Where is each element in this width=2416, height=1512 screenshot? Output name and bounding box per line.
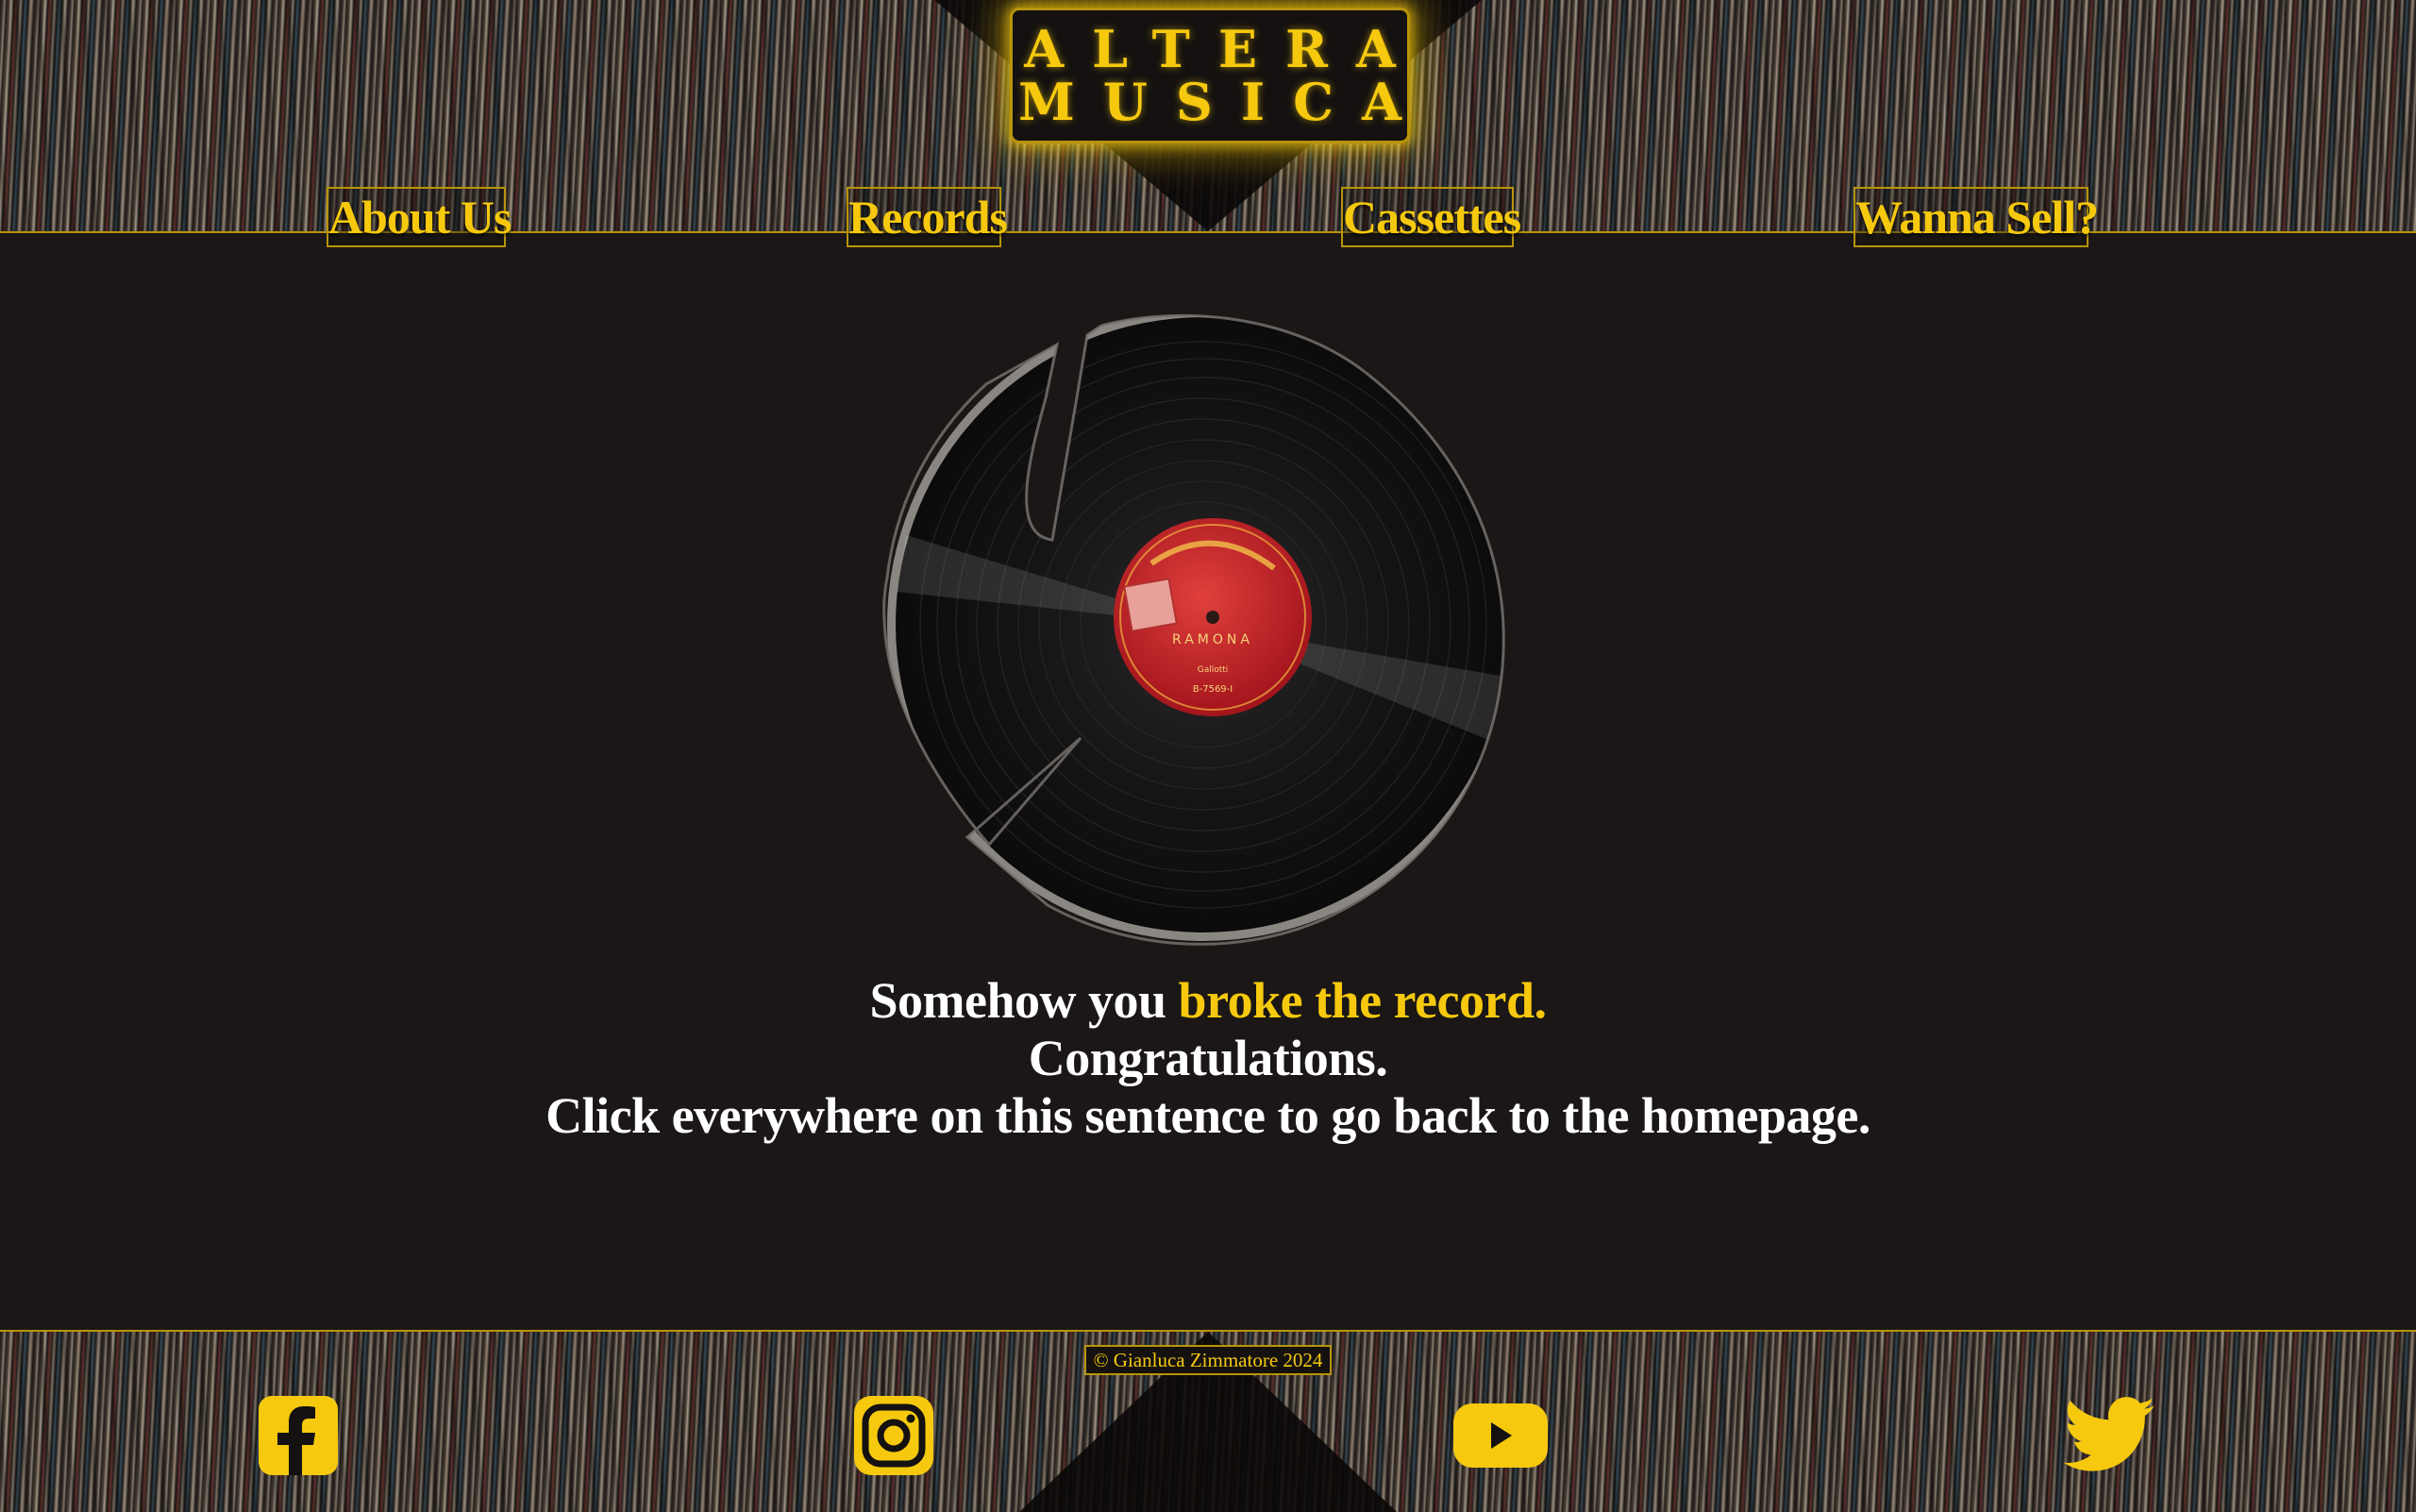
message-line-2[interactable]: Congratulations. xyxy=(0,1030,2416,1087)
twitter-link[interactable] xyxy=(2061,1393,2159,1478)
instagram-icon xyxy=(854,1396,933,1475)
message-line-3[interactable]: Click everywhere on this sentence to go … xyxy=(0,1087,2416,1145)
back-home-message[interactable]: Somehow you broke the record. Congratula… xyxy=(0,972,2416,1145)
youtube-icon xyxy=(1453,1403,1548,1468)
message-highlight[interactable]: broke the record. xyxy=(1179,972,1547,1029)
message-prefix[interactable]: Somehow you xyxy=(870,972,1167,1029)
nav-wanna-sell[interactable]: Wanna Sell? xyxy=(1854,187,2099,247)
main-content: RAMONA Gallotti B-7569-I Somehow you bro… xyxy=(0,233,2416,1330)
nav-records[interactable]: Records xyxy=(847,187,1008,247)
message-line-1[interactable]: Somehow you broke the record. xyxy=(0,972,2416,1030)
record-catalog: B-7569-I xyxy=(1193,684,1233,695)
youtube-link[interactable] xyxy=(1451,1393,1550,1478)
record-title: RAMONA xyxy=(1172,632,1253,647)
record-artist: Gallotti xyxy=(1198,665,1229,675)
twitter-icon xyxy=(2064,1397,2156,1471)
nav-about-us[interactable]: About Us xyxy=(327,187,512,247)
facebook-icon xyxy=(259,1396,338,1475)
facebook-link[interactable] xyxy=(249,1393,347,1478)
nav-cassettes[interactable]: Cassettes xyxy=(1341,187,1521,247)
site-logo[interactable]: ALTERA MUSICA xyxy=(1010,8,1410,143)
logo-line-2: MUSICA xyxy=(1018,72,1430,132)
broken-record-image: RAMONA Gallotti B-7569-I xyxy=(882,313,1505,946)
copyright: © Gianluca Zimmatore 2024 xyxy=(1084,1345,1332,1375)
logo-line-1: ALTERA xyxy=(1024,19,1424,79)
instagram-link[interactable] xyxy=(845,1393,943,1478)
footer: © Gianluca Zimmatore 2024 xyxy=(0,1330,2416,1512)
